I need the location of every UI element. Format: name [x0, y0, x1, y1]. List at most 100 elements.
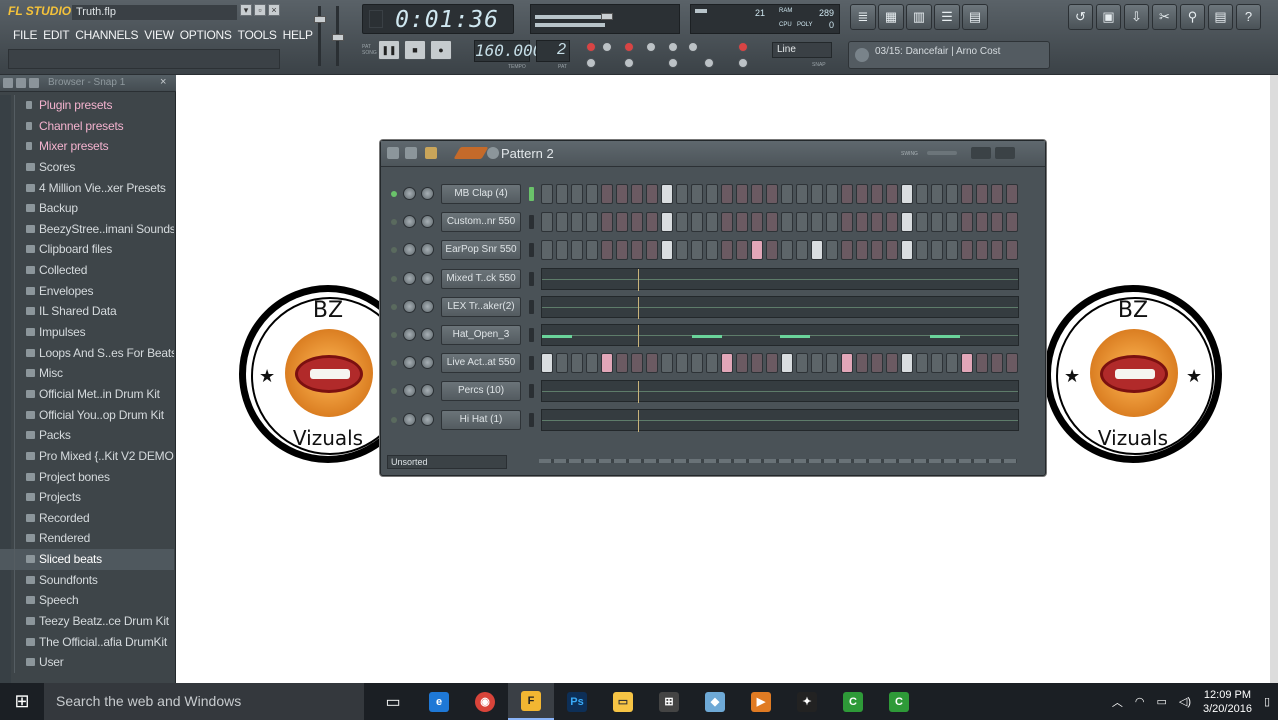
- step-button[interactable]: [946, 212, 958, 233]
- loop-record-icon[interactable]: [688, 42, 698, 52]
- volume-icon[interactable]: ◁): [1179, 695, 1191, 708]
- step-button[interactable]: [901, 240, 913, 261]
- step-button[interactable]: [841, 240, 853, 261]
- step-button[interactable]: [556, 353, 568, 374]
- pattern-picker-icon[interactable]: [453, 147, 489, 159]
- channel-name-button[interactable]: Live Act..at 550: [441, 353, 521, 374]
- step-button[interactable]: [976, 353, 988, 374]
- browser-item[interactable]: Teezy Beatz..ce Drum Kit: [0, 611, 174, 632]
- step-button[interactable]: [961, 240, 973, 261]
- browser-item[interactable]: Soundfonts: [0, 569, 174, 591]
- menu-channels[interactable]: CHANNELS: [72, 27, 141, 43]
- step-button[interactable]: [646, 212, 658, 233]
- overdub-icon[interactable]: [668, 58, 678, 68]
- step-button[interactable]: [571, 212, 583, 233]
- typing-keyboard-icon[interactable]: [586, 58, 596, 68]
- channel-name-button[interactable]: Hat_Open_3: [441, 325, 521, 345]
- step-button[interactable]: [841, 184, 853, 204]
- graph-editor-icon[interactable]: [405, 147, 417, 159]
- step-button[interactable]: [631, 184, 643, 204]
- step-button[interactable]: [691, 240, 703, 261]
- step-button[interactable]: [541, 212, 553, 233]
- channel-select-indicator[interactable]: [529, 271, 534, 286]
- maximize-button[interactable]: ▫: [254, 4, 266, 16]
- step-button[interactable]: [706, 184, 718, 204]
- step-button[interactable]: [691, 184, 703, 204]
- channel-volume-knob[interactable]: [421, 243, 434, 257]
- action-center-icon[interactable]: ▯: [1264, 695, 1270, 708]
- step-sequencer-button[interactable]: ▦: [878, 4, 904, 30]
- channel-rack-titlebar[interactable]: Pattern 2 SWING: [381, 141, 1045, 167]
- playlist-button[interactable]: ≣: [850, 4, 876, 30]
- step-button[interactable]: [646, 184, 658, 204]
- step-button[interactable]: [811, 212, 823, 233]
- menu-file[interactable]: FILE: [10, 27, 40, 43]
- step-button[interactable]: [706, 240, 718, 261]
- step-button[interactable]: [1006, 212, 1018, 233]
- step-button[interactable]: [931, 184, 943, 204]
- channel-name-button[interactable]: Mixed T..ck 550: [441, 268, 521, 289]
- pattern-scrollbar[interactable]: [539, 459, 1017, 463]
- step-button[interactable]: [991, 212, 1003, 233]
- channel-volume-knob[interactable]: [421, 356, 434, 370]
- step-button[interactable]: [901, 353, 913, 374]
- browser-item[interactable]: Channel presets: [0, 115, 174, 137]
- step-button[interactable]: [676, 212, 688, 233]
- step-button[interactable]: [571, 353, 583, 374]
- step-button[interactable]: [916, 212, 928, 233]
- master-volume-fader[interactable]: [314, 16, 326, 23]
- channel-mute-led[interactable]: [391, 219, 397, 226]
- step-button[interactable]: [586, 184, 598, 204]
- step-button[interactable]: [601, 212, 613, 233]
- windows-start-icon[interactable]: ⊞: [0, 683, 44, 720]
- step-button[interactable]: [841, 212, 853, 233]
- step-button[interactable]: [871, 353, 883, 374]
- step-button[interactable]: [976, 212, 988, 233]
- channel-pan-knob[interactable]: [403, 215, 416, 229]
- piano-roll-preview[interactable]: [541, 408, 1019, 432]
- browser-item[interactable]: Collected: [0, 260, 174, 281]
- step-button[interactable]: [616, 240, 628, 261]
- step-button[interactable]: [691, 212, 703, 233]
- channel-name-button[interactable]: Custom..nr 550: [441, 212, 521, 233]
- browser-item[interactable]: Plugin presets: [0, 95, 174, 116]
- stop-button[interactable]: ■: [404, 40, 426, 60]
- step-button[interactable]: [601, 240, 613, 261]
- step-button[interactable]: [1006, 184, 1018, 204]
- step-button[interactable]: [751, 240, 763, 261]
- swing-slider[interactable]: [927, 151, 957, 155]
- browser-item[interactable]: Official You..op Drum Kit: [0, 404, 174, 426]
- channel-name-button[interactable]: Hi Hat (1): [441, 409, 521, 430]
- pattern-selector-icon[interactable]: [487, 147, 499, 159]
- media-player-icon[interactable]: ▶: [738, 683, 784, 720]
- channel-volume-knob[interactable]: [421, 328, 434, 341]
- step-button[interactable]: [811, 353, 823, 374]
- countdown-icon[interactable]: [624, 42, 634, 52]
- step-button[interactable]: [871, 184, 883, 204]
- step-button[interactable]: [601, 184, 613, 204]
- browser-item[interactable]: Mixer presets: [0, 136, 174, 157]
- step-button[interactable]: [676, 184, 688, 204]
- view-keyboard-icon[interactable]: [995, 147, 1015, 159]
- step-button[interactable]: [586, 212, 598, 233]
- piano-roll-preview[interactable]: [541, 295, 1019, 319]
- file-explorer-icon[interactable]: ▭: [600, 683, 646, 720]
- channel-volume-knob[interactable]: [421, 271, 434, 285]
- step-button[interactable]: [1006, 240, 1018, 261]
- channel-rack-menu-icon[interactable]: [387, 147, 399, 159]
- browser-close-icon[interactable]: ×: [160, 77, 172, 89]
- step-button[interactable]: [826, 353, 838, 374]
- channel-filter-select[interactable]: Unsorted: [387, 455, 507, 469]
- step-button[interactable]: [616, 212, 628, 233]
- multilink-icon[interactable]: [738, 42, 748, 52]
- step-button[interactable]: [766, 353, 778, 374]
- channel-mute-led[interactable]: [391, 191, 397, 197]
- channel-mute-led[interactable]: [391, 388, 397, 395]
- step-button[interactable]: [736, 240, 748, 261]
- step-button[interactable]: [901, 212, 913, 233]
- step-button[interactable]: [541, 184, 553, 204]
- step-button[interactable]: [946, 184, 958, 204]
- export-icon[interactable]: ⇩: [1124, 4, 1149, 30]
- browser-item[interactable]: The Official..afia DrumKit: [0, 631, 174, 653]
- pause-button[interactable]: ❚❚: [378, 40, 400, 60]
